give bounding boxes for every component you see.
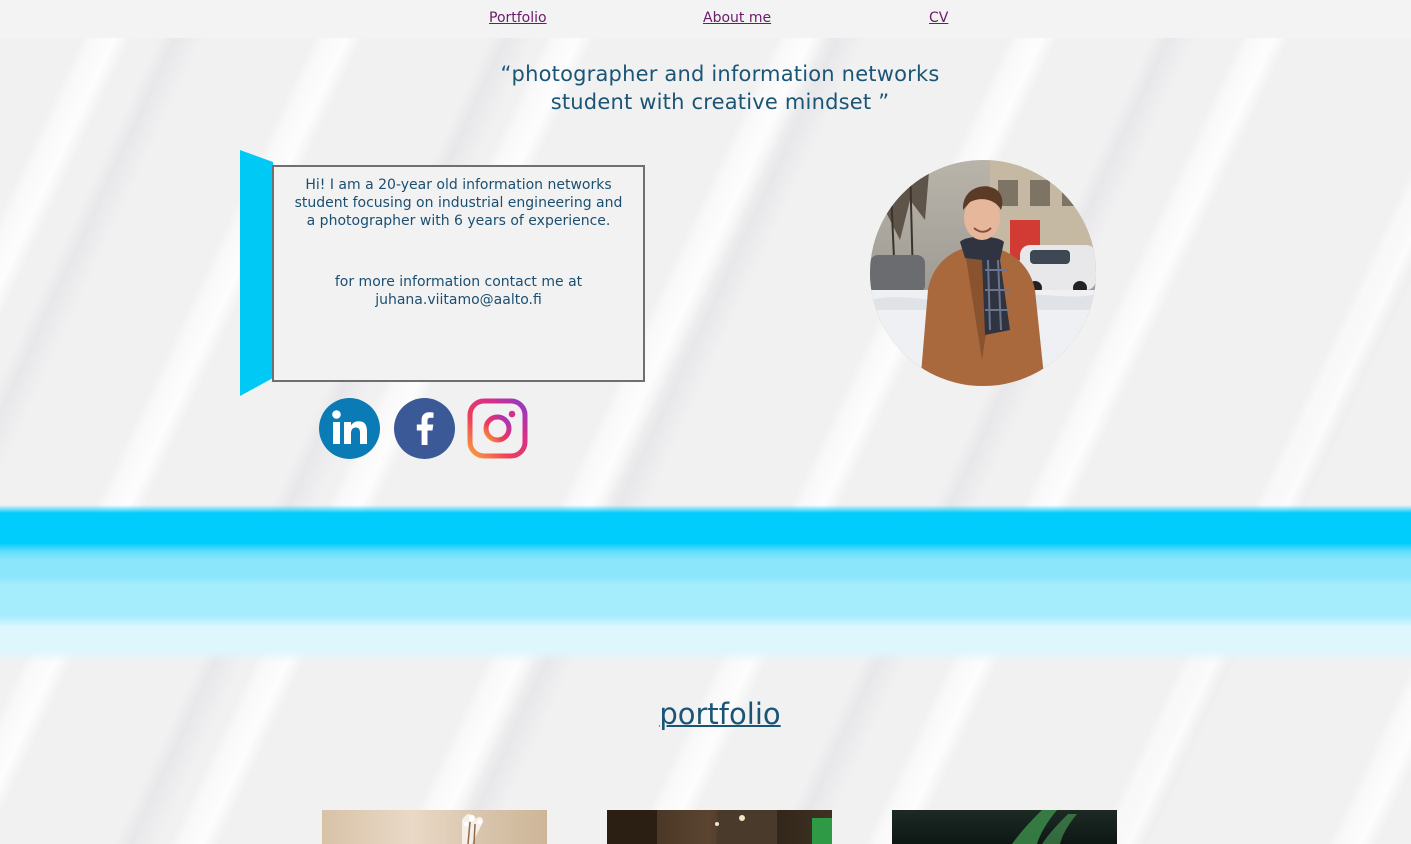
nav-link-portfolio[interactable]: Portfolio (489, 10, 547, 26)
intro-text: Hi! I am a 20-year old information netwo… (274, 176, 643, 230)
facebook-icon[interactable] (394, 398, 455, 459)
intro-line-3: a photographer with 6 years of experienc… (306, 213, 611, 229)
portfolio-heading-link[interactable]: portfolio (555, 697, 885, 731)
contact-line: for more information contact me at (334, 274, 583, 290)
linkedin-icon[interactable] (319, 398, 380, 459)
email-link[interactable]: juhana.viitamo@aalto.fi (274, 291, 643, 309)
portfolio-thumbnail[interactable] (607, 810, 832, 844)
top-navigation: Portfolio About me CV (0, 0, 1411, 38)
portfolio-thumbnail[interactable] (322, 810, 547, 844)
tagline: “photographer and information networks s… (420, 60, 1020, 116)
contact-text: for more information contact me at juhan… (274, 273, 643, 309)
nav-link-about-me[interactable]: About me (703, 10, 771, 26)
tagline-line-1: “photographer and information networks (500, 62, 940, 86)
nav-link-cv[interactable]: CV (929, 10, 948, 26)
intro-line-2: student focusing on industrial engineeri… (294, 195, 623, 211)
tagline-line-2: student with creative mindset ” (550, 90, 890, 114)
instagram-icon[interactable] (467, 398, 528, 459)
accent-stripe-band (0, 505, 1411, 663)
intro-line-1: Hi! I am a 20-year old information netwo… (305, 177, 612, 193)
intro-box: Hi! I am a 20-year old information netwo… (272, 165, 645, 382)
portfolio-thumbnail[interactable] (892, 810, 1117, 844)
profile-photo (870, 160, 1096, 386)
intro-accent-bar (240, 150, 273, 396)
